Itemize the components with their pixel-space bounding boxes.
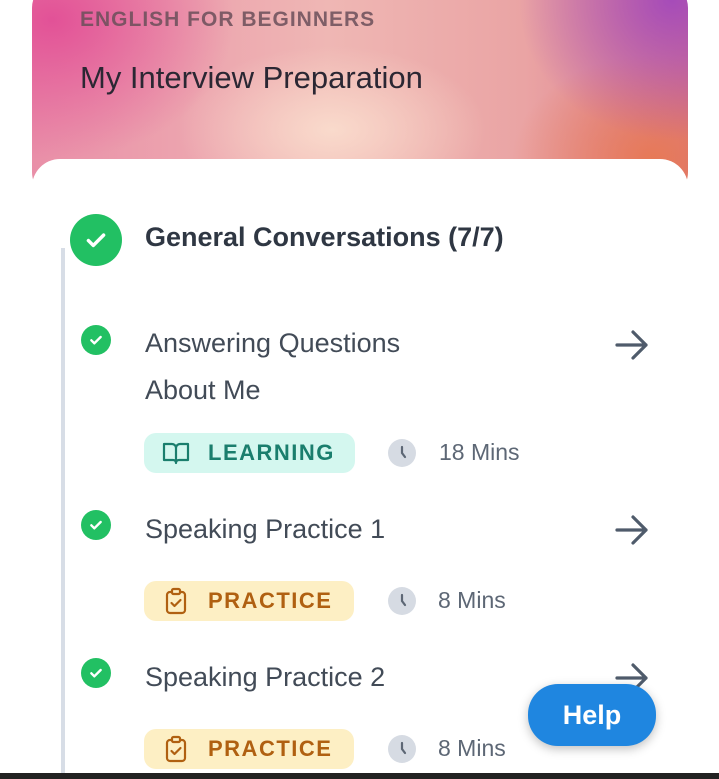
course-category: ENGLISH FOR BEGINNERS <box>80 8 376 31</box>
lesson-duration: 8 Mins <box>438 587 506 613</box>
lesson-type-badge: PRACTICE <box>144 729 354 769</box>
lesson-complete-check-icon <box>81 325 111 355</box>
clock-icon <box>388 587 416 615</box>
bottom-edge <box>0 773 719 779</box>
arrow-right-icon[interactable] <box>614 329 650 361</box>
lesson-type-label: PRACTICE <box>208 736 333 761</box>
lesson-title-line-2: About Me <box>145 375 261 405</box>
lesson-duration: 18 Mins <box>439 439 520 465</box>
timeline-line <box>61 248 65 779</box>
lesson-title-line-1: Answering Questions <box>145 328 401 358</box>
clipboard-check-icon <box>165 735 187 763</box>
lesson-type-badge: PRACTICE <box>144 581 354 621</box>
lesson-title[interactable]: Speaking Practice 1 <box>145 506 385 553</box>
clock-icon <box>388 439 416 467</box>
book-icon <box>162 442 190 465</box>
section-title[interactable]: General Conversations (7/7) <box>145 222 504 253</box>
clock-icon <box>388 735 416 763</box>
lesson-type-label: PRACTICE <box>208 588 333 613</box>
section-complete-check-icon <box>70 214 122 266</box>
help-button[interactable]: Help <box>528 684 656 746</box>
lesson-duration: 8 Mins <box>438 735 506 761</box>
lesson-complete-check-icon <box>81 658 111 688</box>
lesson-title[interactable]: Answering Questions About Me <box>145 320 400 414</box>
course-title: My Interview Preparation <box>80 60 423 95</box>
lesson-type-label: LEARNING <box>208 440 335 465</box>
arrow-right-icon[interactable] <box>614 514 650 546</box>
lesson-title[interactable]: Speaking Practice 2 <box>145 654 385 701</box>
clipboard-check-icon <box>165 587 187 615</box>
lesson-type-badge: LEARNING <box>144 433 355 473</box>
lesson-complete-check-icon <box>81 510 111 540</box>
